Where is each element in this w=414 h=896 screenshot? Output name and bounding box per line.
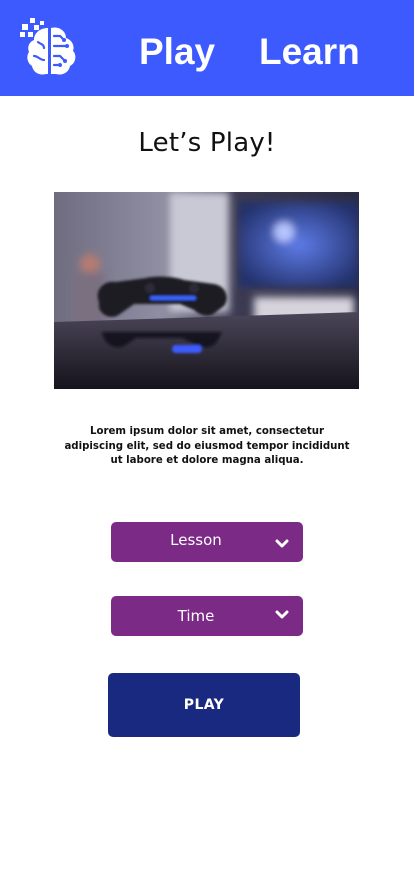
brain-logo-icon[interactable] bbox=[20, 18, 78, 78]
game-controller-photo bbox=[54, 192, 359, 389]
chevron-down-icon bbox=[275, 610, 289, 619]
description-text: Lorem ipsum dolor sit amet, consectetur … bbox=[64, 426, 350, 466]
time-select[interactable]: Time bbox=[111, 596, 303, 636]
play-button[interactable]: PLAY bbox=[108, 673, 300, 737]
nav-play-link[interactable]: Play bbox=[139, 30, 215, 74]
time-select-value: Time bbox=[177, 607, 215, 625]
app-header: Play Learn bbox=[0, 0, 414, 96]
page-title: Let’s Play! bbox=[138, 128, 276, 158]
lesson-select[interactable]: Lesson bbox=[111, 522, 303, 562]
lesson-select-value: Lesson bbox=[170, 531, 222, 549]
nav-learn-link[interactable]: Learn bbox=[259, 30, 360, 74]
chevron-down-icon bbox=[275, 539, 289, 548]
